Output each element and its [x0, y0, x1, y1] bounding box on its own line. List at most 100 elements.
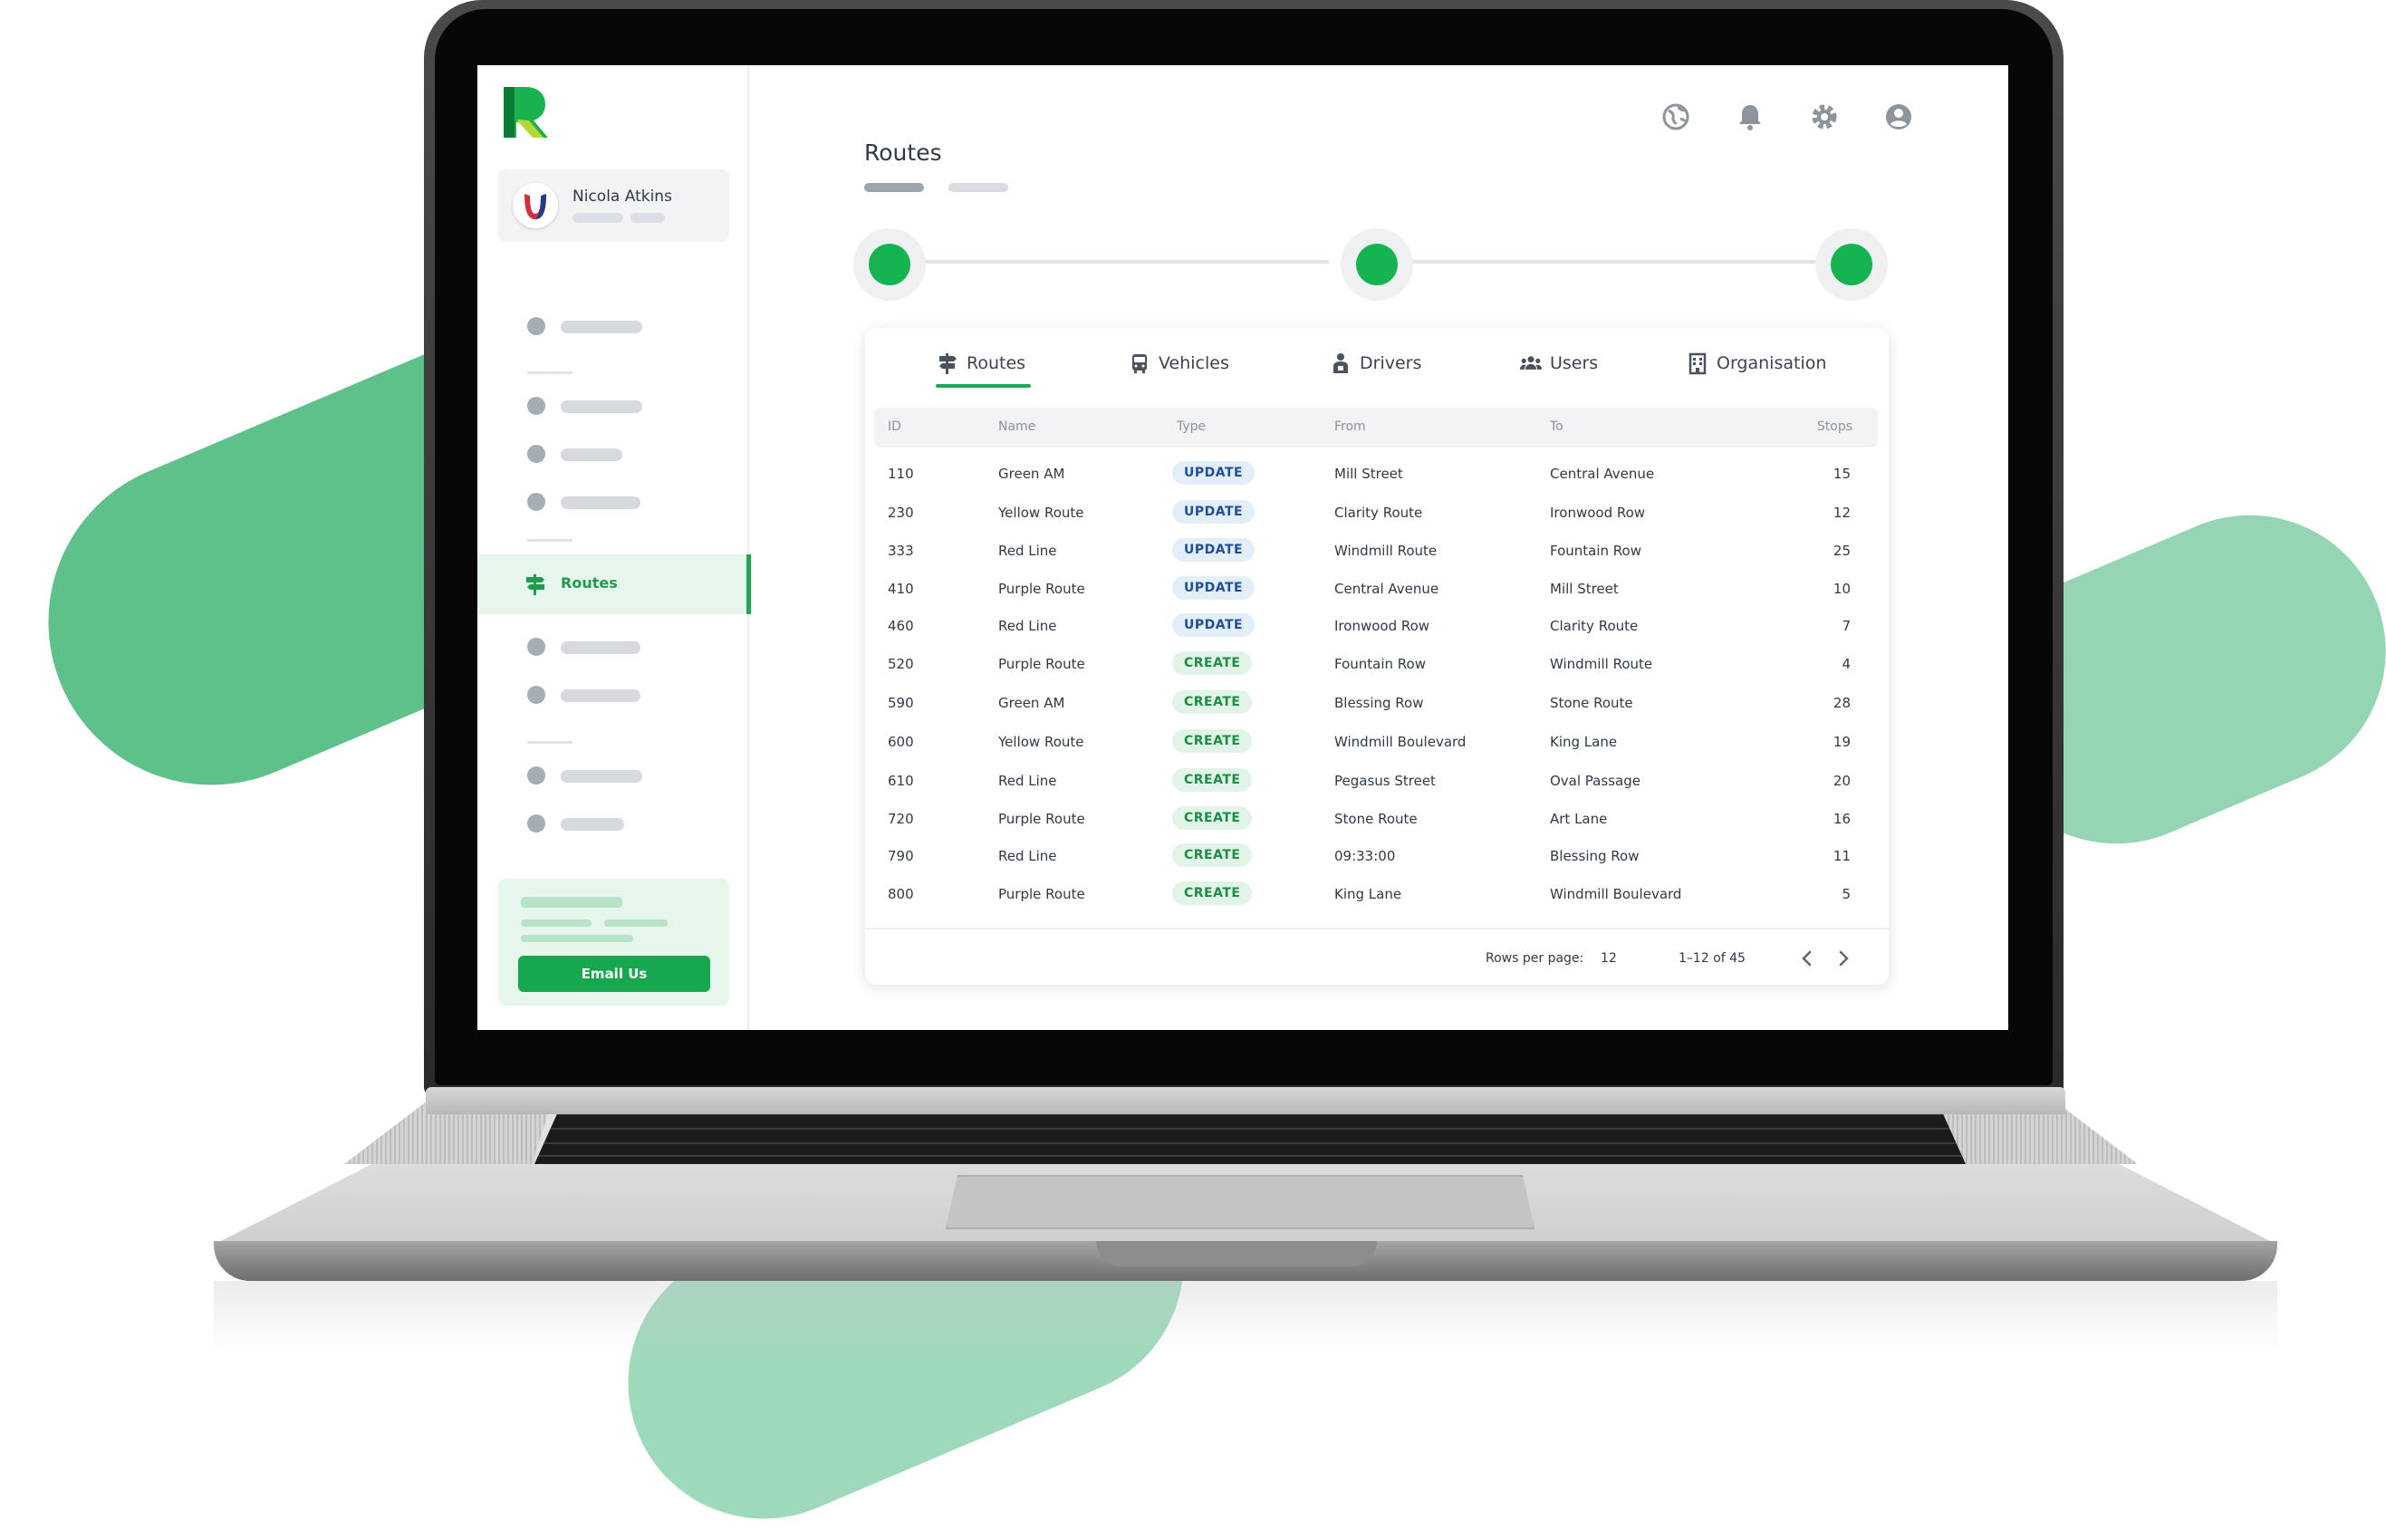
cell-from: Fountain Row: [1334, 656, 1426, 672]
active-tab-indicator: [936, 384, 1031, 388]
table-row[interactable]: 590 Green AM CREATE Blessing Row Stone Route…: [874, 684, 1878, 722]
table-row[interactable]: 790 Red Line CREATE 09:33:00 Blessing Row 11: [874, 837, 1878, 875]
sidebar-item[interactable]: [477, 294, 749, 353]
stepper-step[interactable]: [1341, 228, 1413, 301]
gear-icon[interactable]: [1809, 101, 1840, 132]
cell-name: Green AM: [998, 466, 1065, 482]
cell-stops: 28: [1833, 695, 1851, 711]
table-row[interactable]: 610 Red Line CREATE Pegasus Street Oval Pass…: [874, 762, 1878, 800]
cell-id: 600: [888, 734, 914, 750]
app-logo-icon[interactable]: [500, 83, 551, 141]
column-header-type[interactable]: Type: [1177, 419, 1206, 434]
app-screen: Nicola Atkins Routes Email Us Routes Rou…: [477, 65, 2008, 1030]
table-row[interactable]: 410 Purple Route UPDATE Central Avenue Mill …: [874, 570, 1878, 608]
tab-label: Drivers: [1360, 353, 1422, 373]
sidebar-item[interactable]: [477, 469, 749, 529]
table-row[interactable]: 230 Yellow Route UPDATE Clarity Route Ironwo…: [874, 494, 1878, 532]
profile-subtitle-placeholder: [572, 213, 623, 223]
cell-from: Windmill Route: [1334, 543, 1438, 559]
column-header-to[interactable]: To: [1550, 419, 1563, 434]
signpost-icon: [526, 574, 544, 595]
cell-name: Purple Route: [998, 656, 1085, 672]
column-header-name[interactable]: Name: [998, 419, 1035, 434]
table-row[interactable]: 460 Red Line UPDATE Ironwood Row Clarity Rou…: [874, 607, 1878, 645]
profile-subtitle-placeholder: [630, 213, 665, 223]
column-header-id[interactable]: ID: [888, 419, 901, 434]
type-badge: CREATE: [1172, 690, 1253, 714]
type-badge: CREATE: [1172, 843, 1253, 867]
cell-id: 790: [888, 848, 914, 864]
cell-name: Red Line: [998, 848, 1057, 864]
rows-per-page-select[interactable]: 12: [1601, 951, 1617, 966]
cell-stops: 25: [1833, 543, 1851, 559]
table-row[interactable]: 720 Purple Route CREATE Stone Route Art Lane…: [874, 800, 1878, 838]
table-row[interactable]: 600 Yellow Route CREATE Windmill Boulevard K…: [874, 723, 1878, 761]
tab-label: Vehicles: [1159, 353, 1229, 373]
globe-icon[interactable]: [1660, 101, 1691, 132]
table-row[interactable]: 333 Red Line UPDATE Windmill Route Fountain …: [874, 532, 1878, 570]
sidebar-divider: [527, 539, 572, 542]
sidebar: Nicola Atkins Routes Email Us: [477, 65, 751, 1030]
chevron-left-icon[interactable]: [1793, 944, 1822, 973]
type-badge: CREATE: [1172, 729, 1253, 753]
cell-stops: 10: [1833, 581, 1851, 597]
cell-id: 230: [888, 505, 914, 521]
bus-icon: [1132, 354, 1147, 373]
cell-to: Art Lane: [1550, 811, 1608, 827]
column-header-stops[interactable]: Stops: [1817, 419, 1852, 434]
cell-stops: 7: [1842, 618, 1851, 634]
signpost-icon: [939, 353, 957, 374]
cell-to: Ironwood Row: [1550, 505, 1646, 521]
account-icon[interactable]: [1883, 101, 1914, 132]
type-badge: CREATE: [1172, 881, 1253, 905]
cell-id: 590: [888, 695, 914, 711]
contact-placeholder: [604, 919, 668, 927]
sidebar-item-routes[interactable]: Routes: [477, 554, 751, 614]
avatar-icon: [513, 183, 558, 228]
laptop-hinge: [426, 1087, 2065, 1114]
cell-from: Windmill Boulevard: [1334, 734, 1467, 750]
type-badge: UPDATE: [1172, 613, 1256, 637]
tab-users[interactable]: Users: [1519, 348, 1619, 388]
cell-name: Yellow Route: [998, 734, 1084, 750]
pagination-range: 1–12 of 45: [1679, 951, 1746, 966]
email-us-button[interactable]: Email Us: [518, 956, 710, 992]
cell-from: Clarity Route: [1334, 505, 1423, 521]
sidebar-item-label: Routes: [561, 574, 618, 592]
cell-name: Green AM: [998, 695, 1065, 711]
cell-stops: 12: [1833, 505, 1851, 521]
contact-placeholder: [521, 919, 592, 927]
cell-name: Red Line: [998, 618, 1057, 634]
rows-per-page-label: Rows per page:: [1486, 951, 1584, 966]
breadcrumb-placeholder: [864, 183, 924, 192]
profile-card[interactable]: Nicola Atkins: [498, 169, 729, 242]
tab-vehicles[interactable]: Vehicles: [1128, 348, 1246, 388]
contact-placeholder: [521, 935, 633, 942]
stepper-step[interactable]: [853, 228, 926, 301]
sidebar-item[interactable]: [477, 791, 749, 851]
cell-name: Yellow Route: [998, 505, 1084, 521]
cell-from: Blessing Row: [1334, 695, 1424, 711]
column-header-from[interactable]: From: [1334, 419, 1366, 434]
cell-stops: 15: [1833, 466, 1851, 482]
cell-stops: 16: [1833, 811, 1851, 827]
tab-routes[interactable]: Routes: [936, 348, 1044, 388]
tab-label: Routes: [967, 353, 1026, 373]
sidebar-item[interactable]: [477, 662, 749, 722]
table-row[interactable]: 520 Purple Route CREATE Fountain Row Windmil…: [874, 645, 1878, 683]
bell-icon[interactable]: [1735, 101, 1765, 132]
stepper-step[interactable]: [1815, 228, 1888, 301]
tab-organisation[interactable]: Organisation: [1686, 348, 1849, 388]
cell-id: 610: [888, 773, 914, 789]
cell-id: 720: [888, 811, 914, 827]
tab-drivers[interactable]: Drivers: [1329, 348, 1438, 388]
cell-id: 410: [888, 581, 914, 597]
cell-name: Purple Route: [998, 886, 1085, 902]
driver-icon: [1333, 353, 1348, 373]
table-row[interactable]: 800 Purple Route CREATE King Lane Windmill B…: [874, 875, 1878, 913]
chevron-right-icon[interactable]: [1829, 944, 1858, 973]
cell-to: Oval Passage: [1550, 773, 1640, 789]
stepper-connector: [921, 260, 1329, 264]
type-badge: UPDATE: [1172, 538, 1256, 562]
table-row[interactable]: 110 Green AM UPDATE Mill Street Central Aven…: [874, 455, 1878, 493]
